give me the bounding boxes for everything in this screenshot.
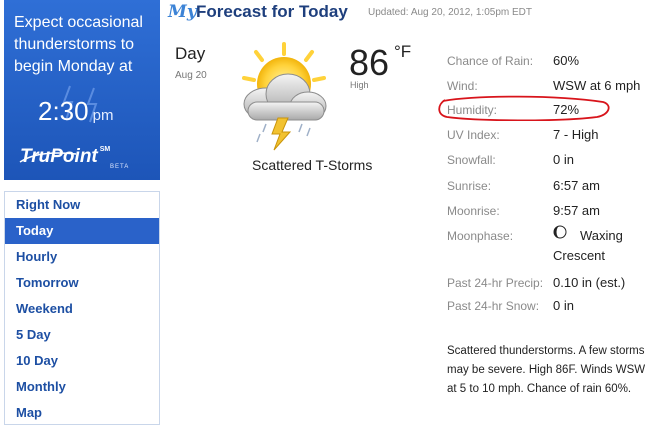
snowfall-value: 0 in: [553, 152, 574, 167]
nav-10-day[interactable]: 10 Day: [5, 348, 159, 374]
thunderstorm-icon: [242, 42, 327, 151]
wind-label: Wind:: [447, 79, 478, 93]
moonrise-value: 9:57 am: [553, 203, 600, 218]
nav-tomorrow[interactable]: Tomorrow: [5, 270, 159, 296]
uv-index-label: UV Index:: [447, 128, 500, 142]
sunrise-value: 6:57 am: [553, 178, 600, 193]
moon-phase-icon: [553, 225, 567, 239]
snowfall-label: Snowfall:: [447, 153, 496, 167]
my-logo: My: [168, 2, 197, 22]
day-date: Aug 20: [175, 70, 207, 81]
humidity-annotation-circle: [438, 95, 610, 121]
nav-weekend[interactable]: Weekend: [5, 296, 159, 322]
uv-index-value: 7 - High: [553, 127, 599, 142]
trupoint-beta-label: BETA: [110, 164, 130, 170]
moonphase-value-line2: Crescent: [553, 248, 606, 263]
trupoint-logo-sm: SM: [99, 146, 111, 153]
moonphase-value: Waxing: [580, 228, 623, 243]
forecast-nav: Right Now Today Hourly Tomorrow Weekend …: [4, 191, 160, 425]
page-title: Forecast for Today: [196, 2, 348, 21]
chance-of-rain-value: 60%: [553, 53, 580, 68]
temperature-label: High: [350, 80, 369, 90]
promo-headline: Expect occasional thunderstorms to begin…: [14, 14, 143, 75]
trupoint-logo-text: TruPoint: [20, 146, 98, 167]
past-24hr-precip-label: Past 24-hr Precip:: [447, 276, 544, 290]
past-24hr-snow-value: 0 in: [553, 298, 574, 313]
temperature-unit: °F: [394, 42, 412, 61]
nav-map[interactable]: Map: [5, 400, 159, 426]
nav-5-day[interactable]: 5 Day: [5, 322, 159, 348]
past-24hr-snow-label: Past 24-hr Snow:: [447, 299, 540, 313]
wind-value: WSW at 6 mph: [553, 78, 641, 93]
nav-hourly[interactable]: Hourly: [5, 244, 159, 270]
moonphase-label: Moonphase:: [447, 229, 514, 243]
past-24hr-precip-value: 0.10 in (est.): [553, 275, 626, 290]
updated-timestamp: Updated: Aug 20, 2012, 1:05pm EDT: [368, 7, 532, 18]
trupoint-promo[interactable]: Expect occasional thunderstorms to begin…: [4, 0, 160, 180]
temperature-value: 86: [349, 42, 390, 83]
nav-right-now[interactable]: Right Now: [5, 192, 159, 218]
nav-today[interactable]: Today: [5, 218, 159, 244]
promo-time-ampm: pm: [92, 107, 114, 124]
nav-monthly[interactable]: Monthly: [5, 374, 159, 400]
sunrise-label: Sunrise:: [447, 179, 492, 193]
promo-time-value: 2:30: [38, 96, 89, 126]
chance-of-rain-label: Chance of Rain:: [447, 54, 534, 68]
forecast-description: Scattered thunderstorms. A few storms ma…: [447, 345, 646, 395]
trupoint-logo: TruPoint SM: [20, 146, 110, 168]
moonrise-label: Moonrise:: [447, 204, 500, 218]
condition-text: Scattered T-Storms: [252, 157, 373, 173]
promo-time: 2:30 pm: [38, 96, 113, 127]
day-label: Day: [175, 44, 206, 63]
